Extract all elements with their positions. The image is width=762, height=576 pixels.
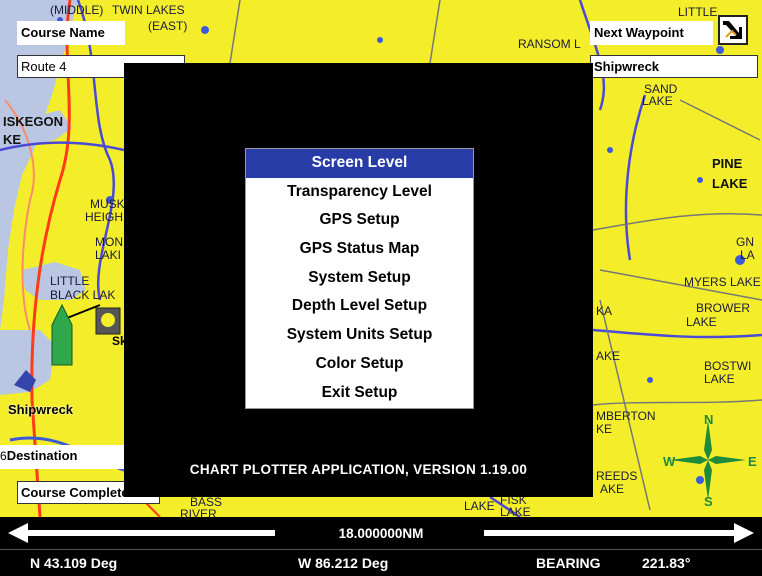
- map-label: HEIGH: [85, 210, 124, 224]
- road: [592, 212, 762, 231]
- menu-item-system-units-setup[interactable]: System Units Setup: [246, 321, 473, 350]
- pond: [716, 46, 724, 54]
- map-label: (MIDDLE): [50, 3, 104, 17]
- map-label: REEDS: [596, 469, 638, 483]
- setup-menu: Screen Level Transparency Level GPS Setup G…: [245, 148, 474, 409]
- pond: [607, 147, 613, 153]
- map-label: (EAST): [148, 19, 188, 33]
- map-label: MON: [95, 235, 123, 249]
- next-waypoint-label: Next Waypoint: [590, 21, 713, 45]
- destination-label-text: Destination: [6, 448, 78, 463]
- boat-icon: [51, 303, 73, 366]
- compass-west: W: [663, 454, 676, 469]
- map-label: ISKEGON: [3, 114, 63, 129]
- scale-distance: 18.000000NM: [338, 526, 424, 541]
- compass-east: E: [748, 454, 757, 469]
- shipwreck-label: Shipwreck: [8, 402, 74, 417]
- highway: [592, 328, 762, 339]
- pond: [696, 476, 704, 484]
- menu-item-system-setup[interactable]: System Setup: [246, 264, 473, 293]
- bearing-value: 221.83°: [642, 555, 691, 571]
- map-label: AKE: [596, 349, 621, 363]
- map-label: MUSK: [90, 197, 125, 211]
- map-label: LAKE: [704, 372, 735, 386]
- map-label: LAKE: [686, 315, 717, 329]
- road: [429, 0, 441, 64]
- chart-plotter-screen: (MIDDLE) TWIN LAKES (EAST) RANSOM L LITT…: [0, 0, 762, 576]
- compass-rose-icon: [670, 420, 746, 500]
- version-text: CHART PLOTTER APPLICATION, VERSION 1.19.…: [189, 462, 528, 477]
- map-label: LAKE: [712, 176, 748, 191]
- map-label: BOSTWI: [704, 359, 752, 373]
- destination-prefix: 6: [0, 449, 7, 463]
- pond: [697, 177, 703, 183]
- setup-dialog: Screen Level Transparency Level GPS Setup G…: [124, 63, 593, 497]
- next-waypoint-field[interactable]: Shipwreck: [590, 55, 758, 78]
- skull-waypoint-icon: [101, 313, 115, 327]
- pond: [647, 377, 653, 383]
- menu-item-color-setup[interactable]: Color Setup: [246, 350, 473, 379]
- menu-item-exit-setup[interactable]: Exit Setup: [246, 379, 473, 408]
- map-label: RIVER: [180, 507, 217, 517]
- scale-bar: 18.000000NM: [0, 517, 762, 549]
- map-label: MYERS LAKE: [684, 275, 761, 289]
- map-label: GN: [736, 235, 754, 249]
- map-label: TWIN LAKES: [112, 3, 185, 17]
- road: [592, 399, 762, 406]
- menu-item-transparency-level[interactable]: Transparency Level: [246, 178, 473, 207]
- bearing-label: BEARING: [536, 555, 601, 571]
- map-label: LITTLE: [678, 5, 718, 19]
- menu-item-screen-level[interactable]: Screen Level: [246, 149, 473, 178]
- compass-south: S: [704, 494, 713, 509]
- chart-map[interactable]: (MIDDLE) TWIN LAKES (EAST) RANSOM L LITT…: [0, 0, 762, 517]
- map-label: LAKE: [464, 499, 495, 513]
- menu-item-depth-level-setup[interactable]: Depth Level Setup: [246, 292, 473, 321]
- map-label: LA: [740, 248, 755, 262]
- menu-item-gps-status-map[interactable]: GPS Status Map: [246, 235, 473, 264]
- route-arrow-icon: [723, 21, 742, 39]
- map-label: BLACK LAK: [50, 288, 116, 302]
- map-label: LAKE: [642, 94, 673, 108]
- longitude-readout: W 86.212 Deg: [298, 555, 389, 571]
- map-label: LITTLE: [50, 274, 90, 288]
- compass-north: N: [704, 412, 714, 427]
- map-label: KE: [3, 132, 22, 147]
- map-label: LAKI: [95, 248, 122, 262]
- map-label: BROWER: [696, 301, 750, 315]
- latitude-readout: N 43.109 Deg: [30, 555, 118, 571]
- map-label: KA: [596, 304, 613, 318]
- pond: [377, 37, 383, 43]
- pond: [201, 26, 209, 34]
- road: [679, 99, 761, 141]
- map-label: LAKE: [500, 505, 531, 517]
- course-name-label: Course Name: [17, 21, 125, 45]
- destination-label: 6Destination: [0, 445, 124, 469]
- map-label: KE: [596, 422, 613, 436]
- map-label: PINE: [712, 156, 743, 171]
- map-label: MBERTON: [596, 409, 656, 423]
- status-bar: N 43.109 Deg W 86.212 Deg BEARING 221.83…: [0, 549, 762, 576]
- menu-item-gps-setup[interactable]: GPS Setup: [246, 206, 473, 235]
- waypoint-toggle-button[interactable]: [718, 15, 748, 45]
- map-label: AKE: [600, 482, 625, 496]
- map-label: RANSOM L: [518, 37, 581, 51]
- road: [229, 0, 241, 64]
- highway: [624, 94, 647, 261]
